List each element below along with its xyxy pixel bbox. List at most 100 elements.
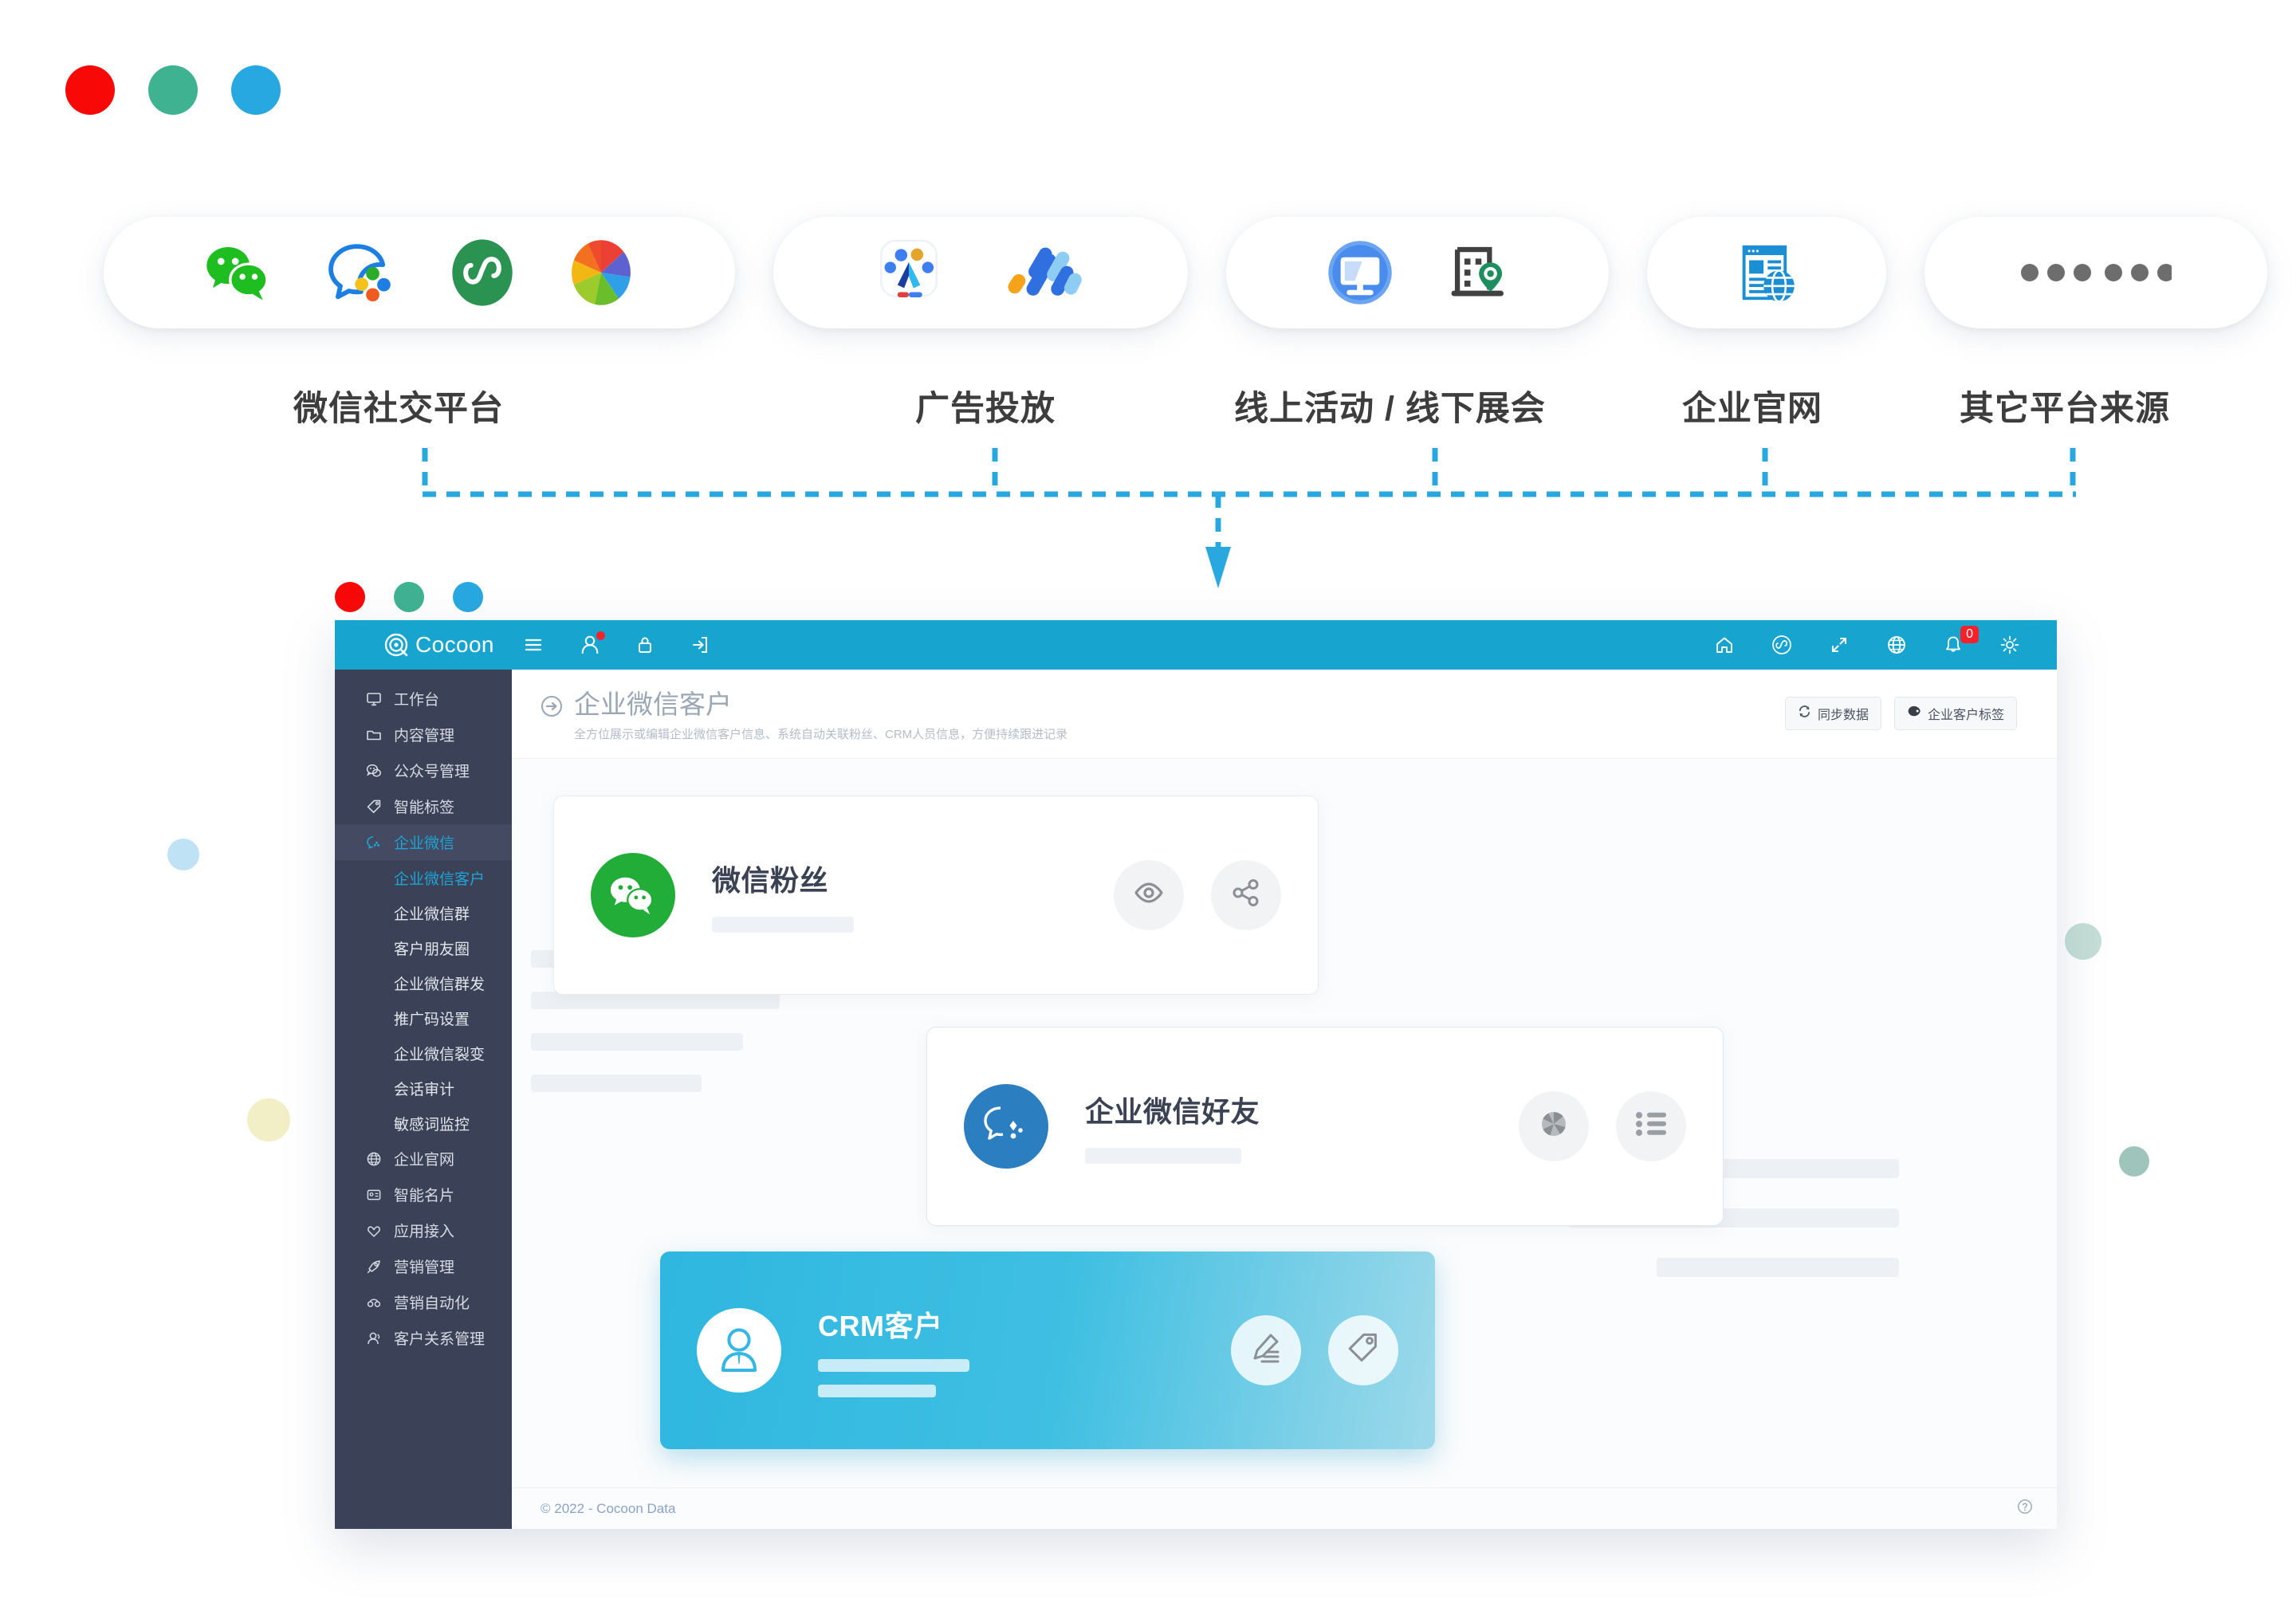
sidebar-item-label: 营销自动化	[394, 1295, 470, 1312]
sidebar-subitem-sensitive-word[interactable]: 敏感词监控	[335, 1106, 512, 1141]
sidebar-item-marketing[interactable]: 营销管理	[335, 1248, 512, 1284]
sidebar-item-app-access[interactable]: 应用接入	[335, 1212, 512, 1248]
sidebar-subitem-label: 客户朋友圈	[394, 941, 470, 958]
traffic-dot-minimize[interactable]	[148, 65, 198, 115]
traffic-dot-maximize[interactable]	[231, 65, 281, 115]
rocket-icon	[365, 1259, 383, 1275]
app-logo[interactable]: Cocoon	[335, 632, 512, 658]
sidebar-item-official-account[interactable]: 公众号管理	[335, 752, 512, 788]
menu-icon[interactable]	[523, 635, 544, 655]
sidebar-item-marketing-automation[interactable]: 营销自动化	[335, 1284, 512, 1320]
home-icon[interactable]	[1714, 635, 1735, 655]
gear-icon[interactable]	[1999, 635, 2020, 655]
tag-icon	[365, 799, 383, 815]
sidebar-item-crm[interactable]: 客户关系管理	[335, 1320, 512, 1356]
app-window: Cocoon 0 工作台 内容管理 公众号管理 智能标签 企业微信 企业微信客户…	[335, 582, 2057, 1530]
sidebar-subitem-wecom-group[interactable]: 企业微信群	[335, 895, 512, 930]
sidebar-subitem-fission[interactable]: 企业微信裂变	[335, 1035, 512, 1071]
card-crm-customer[interactable]: CRM客户	[660, 1251, 1435, 1449]
expand-icon[interactable]	[1829, 635, 1850, 655]
placeholder-bar	[531, 1032, 743, 1051]
user-notification-dot	[596, 631, 605, 640]
sidebar-subitem-session-audit[interactable]: 会话审计	[335, 1071, 512, 1106]
list-button[interactable]	[1616, 1090, 1686, 1161]
sidebar-item-company-website[interactable]: 企业官网	[335, 1141, 512, 1177]
source-card-others[interactable]	[1924, 217, 2267, 328]
page-title: 企业微信客户	[574, 690, 732, 719]
aperture-icon	[1539, 1109, 1569, 1143]
sidebar-item-label: 智能标签	[394, 800, 455, 816]
sidebar-item-smart-tags[interactable]: 智能标签	[335, 788, 512, 824]
price-tag-button[interactable]	[1328, 1314, 1398, 1385]
card-text: 微信粉丝	[712, 858, 1114, 933]
sidebar: 工作台 内容管理 公众号管理 智能标签 企业微信 企业微信客户 企业微信群 客户…	[335, 670, 512, 1529]
source-channels-row	[104, 217, 2267, 328]
page-traffic-dots	[65, 65, 281, 115]
source-card-ads[interactable]	[773, 217, 1188, 328]
source-label-wechat-social: 微信社交平台	[293, 390, 504, 428]
sidebar-item-smart-card[interactable]: 智能名片	[335, 1177, 512, 1212]
decor-blob-teal-right	[2119, 1146, 2149, 1177]
eye-icon	[1133, 881, 1165, 909]
sidebar-subitem-label: 企业微信裂变	[394, 1046, 486, 1063]
users-icon	[365, 1330, 383, 1346]
globe-icon[interactable]	[1886, 635, 1907, 655]
sidebar-item-workbench[interactable]: 工作台	[335, 681, 512, 717]
source-label-others: 其它平台来源	[1960, 390, 2170, 428]
share-button[interactable]	[1211, 859, 1281, 930]
miniprogram-icon	[451, 238, 513, 307]
sync-data-button[interactable]: 同步数据	[1784, 697, 1881, 730]
sidebar-item-content[interactable]: 内容管理	[335, 717, 512, 752]
source-label-website: 企业官网	[1682, 390, 1822, 428]
sidebar-subitem-mass-send[interactable]: 企业微信群发	[335, 965, 512, 1000]
channels-icon	[569, 239, 633, 306]
login-icon[interactable]	[690, 635, 710, 655]
sidebar-subitem-wecom-customer[interactable]: 企业微信客户	[335, 860, 512, 895]
card-wecom-friends[interactable]: 企业微信好友	[926, 1026, 1724, 1226]
card-actions	[1231, 1314, 1398, 1385]
window-dot-close[interactable]	[335, 582, 365, 612]
aperture-button[interactable]	[1519, 1090, 1589, 1161]
sidebar-item-label: 应用接入	[394, 1224, 455, 1240]
decor-blob-blue-left	[167, 839, 199, 870]
card-wechat-fans[interactable]: 微信粉丝	[553, 795, 1319, 995]
card-placeholder-line	[712, 916, 854, 933]
window-traffic-dots	[335, 582, 483, 612]
sidebar-item-wecom[interactable]: 企业微信	[335, 824, 512, 860]
edit-button[interactable]	[1231, 1314, 1301, 1385]
lock-icon[interactable]	[636, 635, 654, 655]
bell-icon[interactable]: 0	[1944, 626, 1979, 655]
wecom-chat-icon	[365, 835, 383, 851]
card-placeholder-line	[818, 1358, 969, 1372]
card-actions	[1519, 1090, 1686, 1161]
help-icon[interactable]	[2017, 1499, 2033, 1519]
page-title-group: 企业微信客户 全方位展示或编辑企业微信客户信息、系统自动关联粉丝、CRM人员信息…	[541, 690, 1067, 742]
placeholder-bar	[1657, 1257, 1899, 1277]
window-dot-minimize[interactable]	[394, 582, 424, 612]
cocoon-logo-icon	[384, 633, 408, 657]
tag-icon	[1907, 705, 1921, 722]
card-title: CRM客户	[818, 1309, 943, 1342]
sidebar-subitem-moments[interactable]: 客户朋友圈	[335, 930, 512, 965]
header-right-icon-group: 0	[1714, 620, 2020, 670]
wecom-icon	[327, 242, 395, 303]
source-card-website[interactable]	[1647, 217, 1886, 328]
wechat-chat-icon	[365, 763, 383, 779]
sidebar-subitem-promo-code[interactable]: 推广码设置	[335, 1000, 512, 1035]
view-button[interactable]	[1114, 859, 1184, 930]
card-placeholder-line	[818, 1384, 936, 1397]
sidebar-subitem-label: 会话审计	[394, 1081, 455, 1098]
sidebar-item-label: 内容管理	[394, 728, 455, 745]
user-icon[interactable]	[580, 631, 605, 655]
avatar	[964, 1083, 1048, 1169]
source-card-events[interactable]	[1226, 217, 1609, 328]
price-tag-icon	[1347, 1332, 1379, 1368]
window-dot-maximize[interactable]	[453, 582, 483, 612]
sidebar-subitem-label: 企业微信客户	[394, 870, 486, 888]
source-card-wechat-social[interactable]	[104, 217, 735, 328]
customer-tag-button[interactable]: 企业客户标签	[1893, 697, 2017, 730]
miniprogram-icon[interactable]	[1771, 635, 1792, 655]
sidebar-item-label: 企业微信	[394, 835, 455, 852]
traffic-dot-close[interactable]	[65, 65, 115, 115]
card-title: 微信粉丝	[712, 863, 829, 897]
